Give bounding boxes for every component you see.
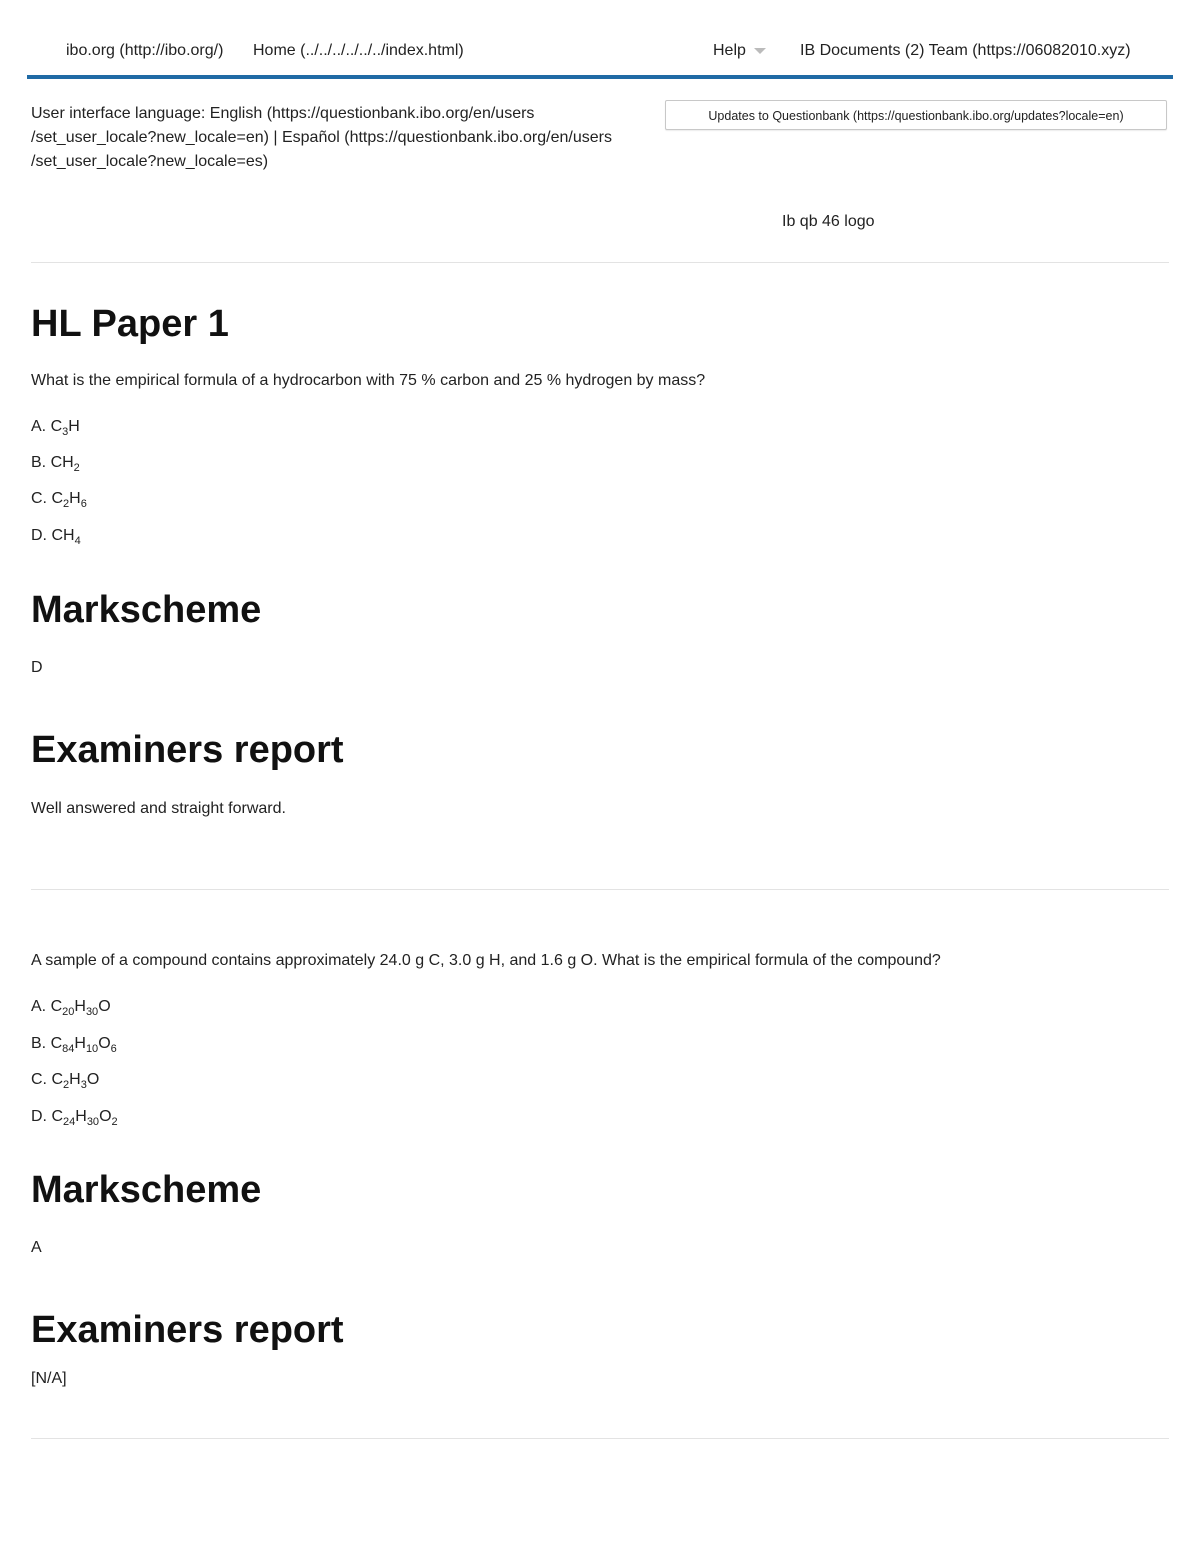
formula-subscript: 4	[74, 535, 81, 547]
examiners-report-text: Well answered and straight forward.	[31, 800, 286, 817]
formula-text: H	[74, 998, 86, 1015]
divider	[31, 1438, 1169, 1439]
question-2-option-a: A. C20H30O	[31, 998, 111, 1018]
formula-text: C. C	[31, 1071, 63, 1088]
nav-link-team[interactable]: IB Documents (2) Team (https://06082010.…	[800, 42, 1131, 60]
formula-text: B. CH	[31, 454, 74, 471]
question-1-option-c: C. C2H6	[31, 490, 87, 510]
formula-text: A. C	[31, 998, 63, 1015]
divider	[31, 262, 1169, 263]
formula-text: H	[75, 1108, 87, 1125]
formula-subscript: 2	[73, 462, 80, 474]
formula-subscript: 20	[62, 1006, 75, 1018]
markscheme-heading: Markscheme	[31, 1169, 262, 1211]
question-1-option-d: D. CH4	[31, 527, 81, 547]
question-1-option-b: B. CH2	[31, 454, 80, 474]
examiners-report-heading: Examiners report	[31, 729, 344, 771]
formula-subscript: 10	[85, 1043, 99, 1055]
locale-line-3[interactable]: /set_user_locale?new_locale=es)	[31, 150, 661, 174]
formula-subscript: 30	[86, 1116, 100, 1128]
question-2-text: A sample of a compound contains approxim…	[31, 952, 941, 969]
divider	[31, 889, 1169, 890]
examiners-report-heading: Examiners report	[31, 1309, 344, 1351]
question-2-option-c: C. C2H3O	[31, 1071, 100, 1091]
locale-line-2[interactable]: /set_user_locale?new_locale=en) | Españo…	[31, 126, 661, 150]
question-1-option-a: A. C3H	[31, 418, 80, 438]
logo-image-alt: Ib qb 46 logo	[782, 213, 875, 230]
nav-link-ibo[interactable]: ibo.org (http://ibo.org/)	[66, 42, 223, 60]
formula-text: A. C	[31, 418, 63, 435]
formula-text: H	[69, 490, 81, 507]
formula-subscript: 30	[85, 1006, 99, 1018]
nav-divider	[27, 75, 1173, 79]
markscheme-heading: Markscheme	[31, 589, 262, 631]
markscheme-answer: D	[31, 659, 43, 676]
page-title: HL Paper 1	[31, 303, 229, 345]
nav-help-label: Help	[713, 42, 746, 59]
formula-text: O	[98, 1035, 111, 1052]
question-1-text: What is the empirical formula of a hydro…	[31, 372, 706, 389]
formula-text: H	[69, 1071, 81, 1088]
formula-subscript: 2	[111, 1116, 118, 1128]
formula-subscript: 24	[63, 1116, 76, 1128]
formula-subscript: 6	[110, 1043, 117, 1055]
top-navigation: ibo.org (http://ibo.org/) Home (../../..…	[0, 0, 1200, 80]
locale-line-1[interactable]: User interface language: English (https:…	[31, 102, 661, 126]
formula-text: O	[86, 1071, 100, 1088]
formula-text: D. C	[31, 1108, 63, 1125]
updates-button[interactable]: Updates to Questionbank (https://questio…	[665, 100, 1167, 130]
formula-text: D. CH	[31, 527, 75, 544]
nav-help-dropdown[interactable]: Help	[713, 42, 766, 60]
formula-text: H	[68, 418, 80, 435]
markscheme-answer: A	[31, 1239, 42, 1256]
locale-selector: User interface language: English (https:…	[31, 102, 661, 174]
formula-text: B. C	[31, 1035, 63, 1052]
nav-link-home[interactable]: Home (../../../../../../index.html)	[253, 42, 464, 60]
question-2-option-d: D. C24H30O2	[31, 1108, 118, 1128]
formula-text: O	[98, 998, 111, 1015]
formula-text: H	[74, 1035, 86, 1052]
examiners-report-text: [N/A]	[31, 1370, 67, 1387]
formula-text: C. C	[31, 490, 63, 507]
question-2-option-b: B. C84H10O6	[31, 1035, 117, 1055]
chevron-down-icon	[753, 47, 766, 54]
formula-subscript: 84	[62, 1043, 75, 1055]
formula-subscript: 6	[80, 498, 87, 510]
formula-text: O	[99, 1108, 112, 1125]
